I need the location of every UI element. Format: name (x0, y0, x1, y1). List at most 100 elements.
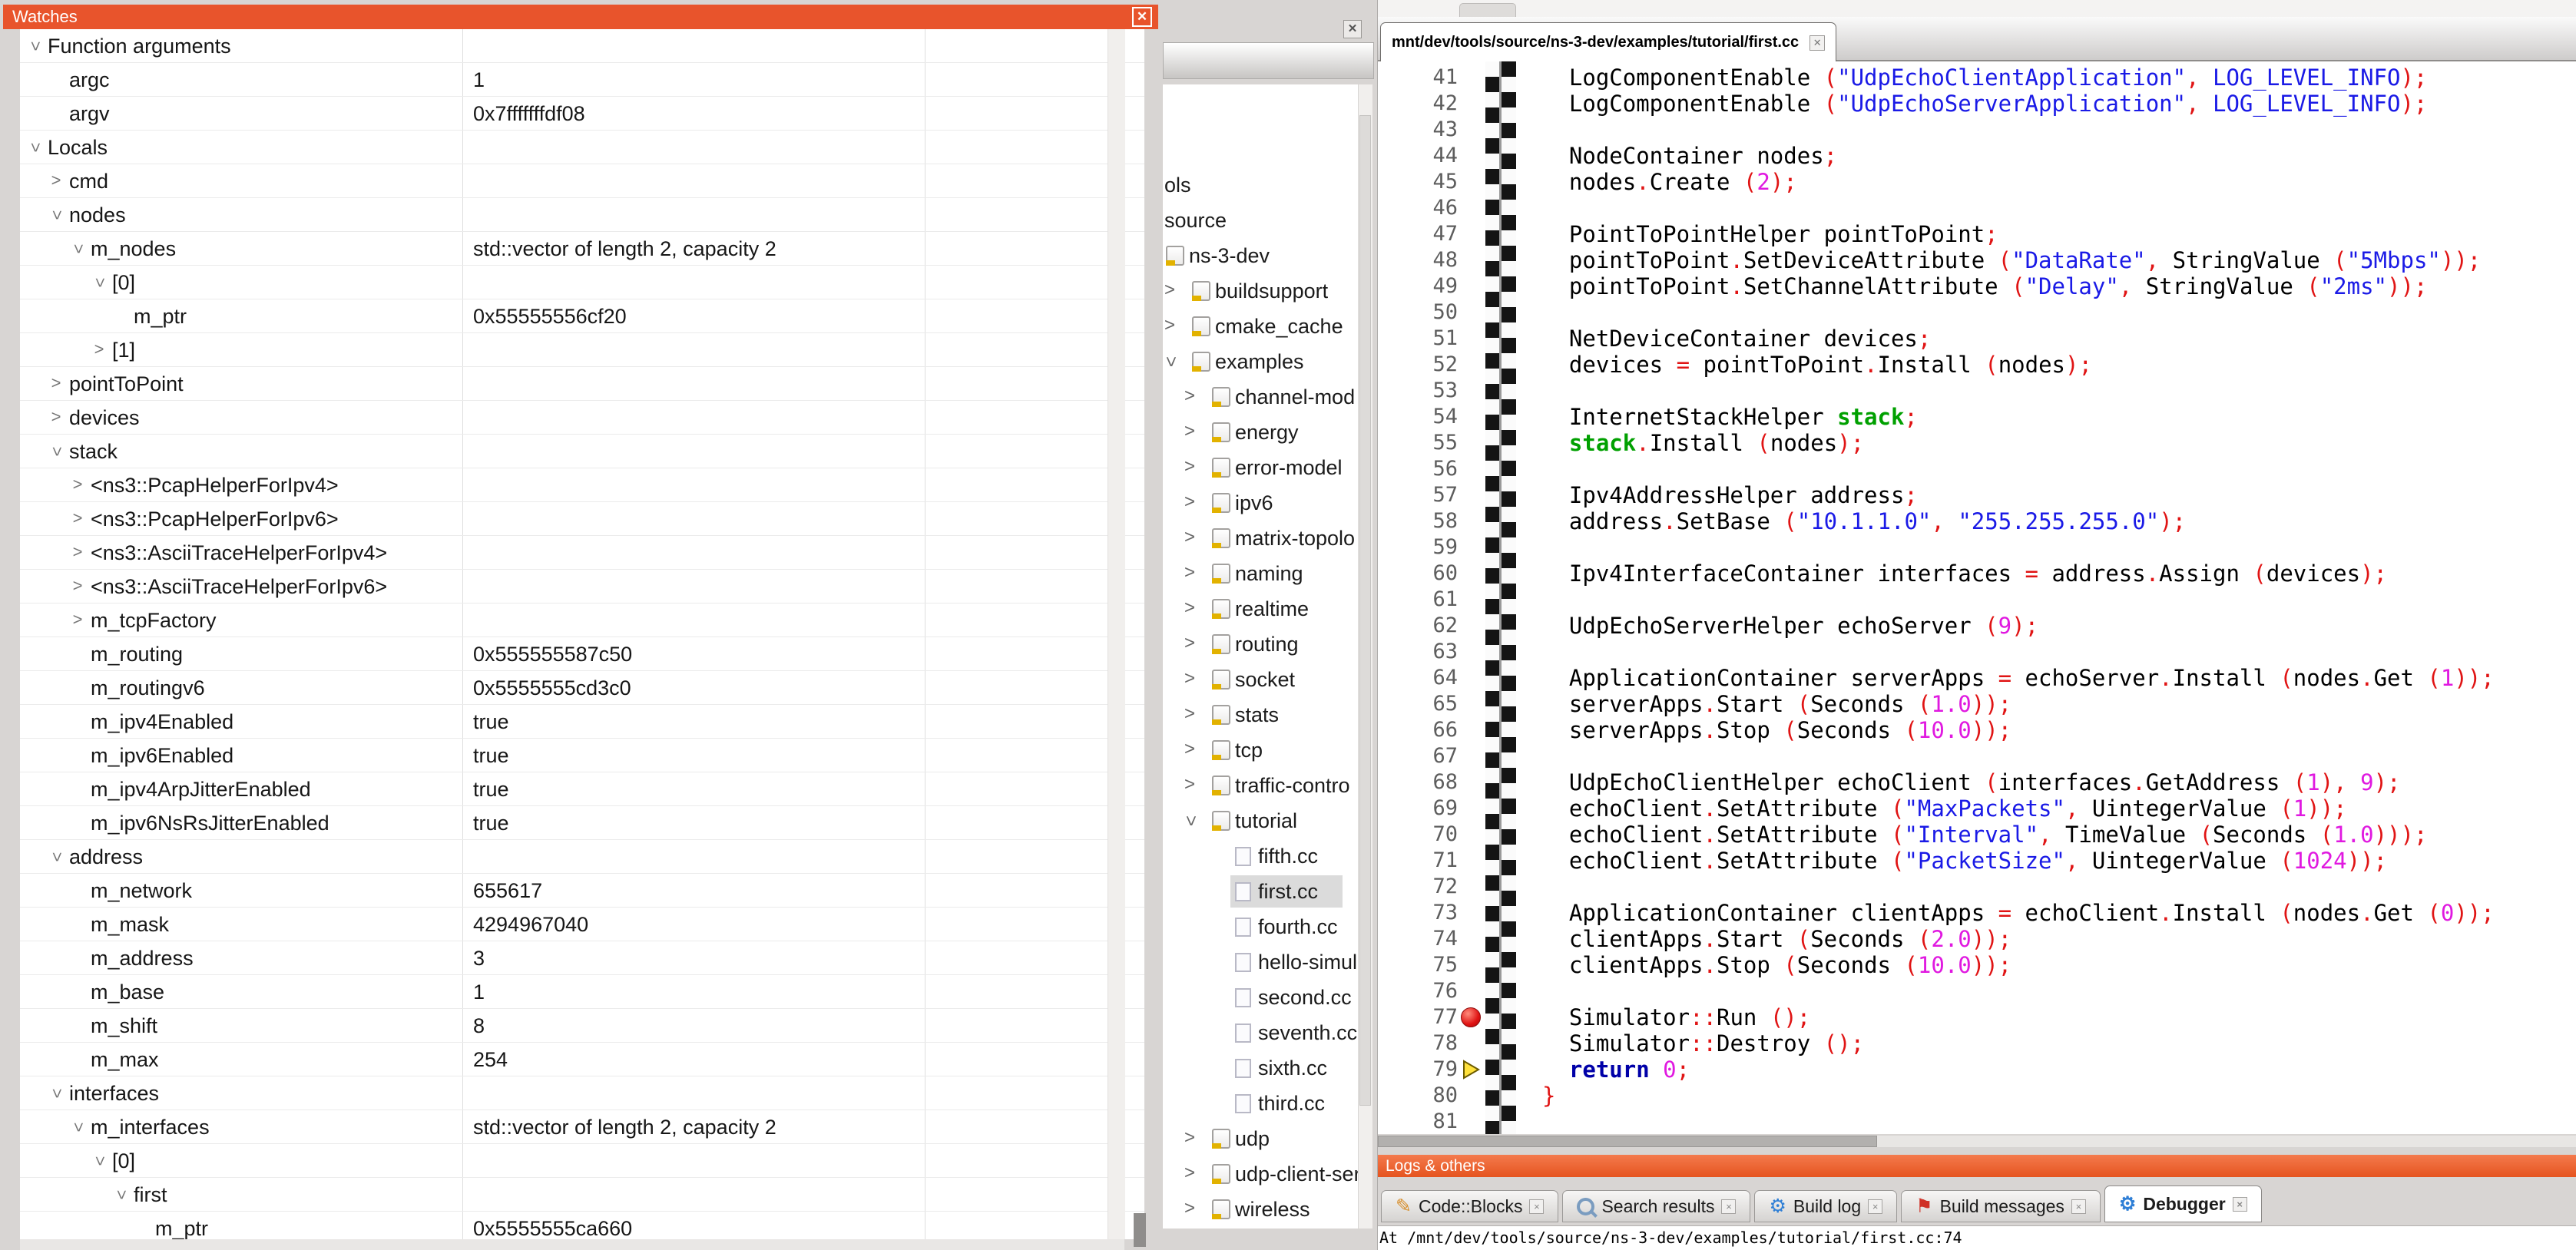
watch-row-ns3-asciitracehelperforipv4[interactable]: ><ns3::AsciiTraceHelperForIpv4> (20, 536, 1144, 570)
code-line[interactable]: clientApps.Stop (Seconds (10.0)); (1542, 952, 2011, 978)
tree-item-second-cc[interactable]: second.cc (1163, 980, 1358, 1015)
watch-row-argv[interactable]: argv0x7fffffffdf08 (20, 97, 1144, 131)
line-number[interactable]: 55 (1378, 430, 1458, 456)
logs-tab-build-log[interactable]: ⚙Build log× (1754, 1190, 1897, 1222)
watch-row-devices[interactable]: >devices (20, 401, 1144, 435)
expand-icon[interactable]: > (1181, 556, 1198, 591)
watch-row-nodes[interactable]: >nodes (20, 198, 1144, 232)
collapse-icon[interactable]: > (104, 1185, 137, 1205)
watch-row-pointtopoint[interactable]: >pointToPoint (20, 367, 1144, 401)
line-number[interactable]: 59 (1378, 534, 1458, 561)
code-line[interactable]: pointToPoint.SetDeviceAttribute ("DataRa… (1542, 247, 2481, 273)
code-line[interactable]: } (1542, 1083, 1555, 1109)
tree-item-ns-3-dev[interactable]: ns-3-dev (1163, 238, 1358, 273)
line-number[interactable]: 46 (1378, 195, 1458, 221)
watches-title-bar[interactable]: Watches (3, 5, 1158, 29)
watch-row-ns3-pcaphelperforipv4[interactable]: ><ns3::PcapHelperForIpv4> (20, 468, 1144, 502)
tab-close-icon[interactable]: × (1721, 1199, 1736, 1214)
code-editor[interactable]: 41 LogComponentEnable ("UdpEchoClientApp… (1378, 61, 2576, 1134)
tree-item-cmake-cache[interactable]: >cmake_cache (1163, 309, 1358, 344)
tree-item-third-cc[interactable]: third.cc (1163, 1086, 1358, 1121)
tree-item-matrix-topolo[interactable]: >matrix-topolo (1163, 521, 1358, 556)
collapse-icon[interactable]: > (39, 441, 73, 461)
line-number[interactable]: 49 (1378, 273, 1458, 299)
line-number[interactable]: 76 (1378, 978, 1458, 1004)
line-number[interactable]: 65 (1378, 691, 1458, 717)
code-line[interactable]: UdpEchoServerHelper echoServer (9); (1542, 613, 2038, 639)
line-number[interactable]: 64 (1378, 665, 1458, 691)
watch-row-m-ipv6nsrsjitterenabled[interactable]: m_ipv6NsRsJitterEnabledtrue (20, 806, 1144, 840)
collapse-icon[interactable]: > (82, 1151, 116, 1171)
file-tree[interactable]: olssourcens-3-dev>buildsupport>cmake_cac… (1163, 84, 1358, 1229)
tree-item-ols[interactable]: ols (1163, 167, 1358, 203)
watch-row-ns3-pcaphelperforipv6[interactable]: ><ns3::PcapHelperForIpv6> (20, 502, 1144, 536)
code-line[interactable]: return 0; (1542, 1057, 1690, 1083)
watches-resize-grip[interactable] (1134, 1213, 1146, 1247)
expand-icon[interactable]: > (46, 164, 66, 198)
expand-icon[interactable]: > (46, 367, 66, 401)
expand-icon[interactable]: > (1181, 1156, 1198, 1192)
expand-icon[interactable]: > (68, 468, 88, 502)
watch-row-argc[interactable]: argc1 (20, 63, 1144, 97)
code-line[interactable]: ApplicationContainer clientApps = echoCl… (1542, 900, 2495, 926)
code-line[interactable]: Ipv4AddressHelper address; (1542, 482, 1918, 508)
editor-hscrollbar-thumb[interactable] (1378, 1136, 1877, 1147)
collapse-icon[interactable]: > (1172, 812, 1207, 829)
tree-item-fourth-cc[interactable]: fourth.cc (1163, 909, 1358, 944)
watch-row-m-routing[interactable]: m_routing0x555555587c50 (20, 637, 1144, 671)
expand-icon[interactable]: > (1163, 309, 1178, 344)
tree-item-stats[interactable]: >stats (1163, 697, 1358, 732)
tree-item-ipv6[interactable]: >ipv6 (1163, 485, 1358, 521)
expand-icon[interactable]: > (89, 333, 109, 367)
line-number[interactable]: 41 (1378, 64, 1458, 91)
code-line[interactable]: echoClient.SetAttribute ("Interval", Tim… (1542, 822, 2427, 848)
line-number[interactable]: 61 (1378, 587, 1458, 613)
watch-row-m-network[interactable]: m_network655617 (20, 874, 1144, 908)
watches-vertical-scrollbar[interactable] (1108, 29, 1125, 1239)
line-number[interactable]: 72 (1378, 874, 1458, 900)
watch-row-m-ipv6enabled[interactable]: m_ipv6Enabledtrue (20, 739, 1144, 772)
watch-row-m-base[interactable]: m_base1 (20, 975, 1144, 1009)
line-number[interactable]: 48 (1378, 247, 1458, 273)
code-line[interactable]: Simulator::Destroy (); (1542, 1030, 1864, 1057)
watch-row-address[interactable]: >address (20, 840, 1144, 874)
code-line[interactable]: NodeContainer nodes; (1542, 143, 1837, 169)
editor-tab-close-icon[interactable]: ✕ (1809, 35, 1825, 51)
tree-item-naming[interactable]: >naming (1163, 556, 1358, 591)
watches-horizontal-scrollbar[interactable] (20, 1239, 1124, 1250)
watch-row-m-nodes[interactable]: >m_nodesstd::vector of length 2, capacit… (20, 232, 1144, 266)
expand-icon[interactable]: > (1181, 662, 1198, 697)
expand-icon[interactable]: > (1181, 415, 1198, 450)
watch-row-ns3-asciitracehelperforipv6[interactable]: ><ns3::AsciiTraceHelperForIpv6> (20, 570, 1144, 604)
tree-item-tutorial[interactable]: >tutorial (1163, 803, 1358, 838)
tree-item-wireless[interactable]: >wireless (1163, 1192, 1358, 1227)
watch-row-m-max[interactable]: m_max254 (20, 1043, 1144, 1076)
line-number[interactable]: 80 (1378, 1083, 1458, 1109)
line-number[interactable]: 63 (1378, 639, 1458, 665)
line-number[interactable]: 54 (1378, 404, 1458, 430)
watch-row-m-shift[interactable]: m_shift8 (20, 1009, 1144, 1043)
expand-icon[interactable]: > (68, 604, 88, 637)
line-number[interactable]: 42 (1378, 91, 1458, 117)
watch-row-m-routingv6[interactable]: m_routingv60x5555555cd3c0 (20, 671, 1144, 705)
code-line[interactable]: ApplicationContainer serverApps = echoSe… (1542, 665, 2495, 691)
tree-item-first-cc[interactable]: first.cc (1163, 874, 1358, 909)
tree-item-sixth-cc[interactable]: sixth.cc (1163, 1050, 1358, 1086)
tree-item-channel-mod[interactable]: >channel-mod (1163, 379, 1358, 415)
collapse-icon[interactable]: > (82, 273, 116, 293)
line-number[interactable]: 62 (1378, 613, 1458, 639)
line-number[interactable]: 75 (1378, 952, 1458, 978)
expand-icon[interactable]: > (68, 570, 88, 604)
line-number[interactable]: 71 (1378, 848, 1458, 874)
code-line[interactable]: echoClient.SetAttribute ("PacketSize", U… (1542, 848, 2387, 874)
code-line[interactable]: LogComponentEnable ("UdpEchoClientApplic… (1542, 64, 2427, 91)
tab-close-icon[interactable]: × (1529, 1199, 1544, 1214)
collapse-icon[interactable]: > (20, 36, 51, 56)
editor-horizontal-scrollbar[interactable] (1378, 1136, 2576, 1147)
collapse-icon[interactable]: > (61, 239, 94, 259)
line-number[interactable]: 52 (1378, 352, 1458, 378)
tree-item-realtime[interactable]: >realtime (1163, 591, 1358, 627)
file-tree-close-icon[interactable]: ✕ (1343, 20, 1362, 38)
code-line[interactable]: echoClient.SetAttribute ("MaxPackets", U… (1542, 795, 2347, 822)
file-tree-scrollbar[interactable] (1359, 84, 1372, 1229)
